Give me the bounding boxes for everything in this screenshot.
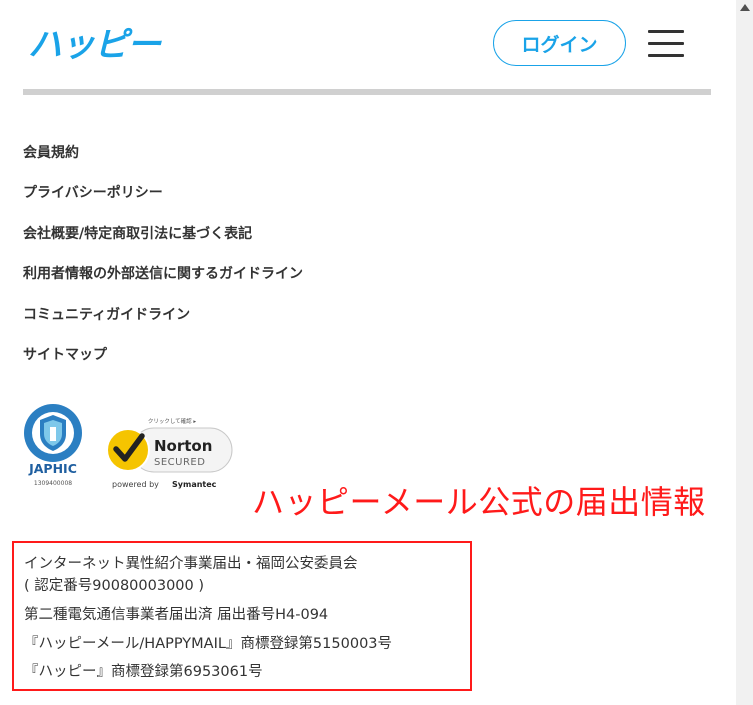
footer-links: 会員規約 プライバシーポリシー 会社概要/特定商取引法に基づく表記 利用者情報の… <box>23 143 303 385</box>
footer-link-company[interactable]: 会社概要/特定商取引法に基づく表記 <box>23 224 303 264</box>
scroll-up-arrow-icon[interactable] <box>740 4 750 11</box>
japhic-name: JAPHIC <box>28 461 77 476</box>
norton-powered-by: powered by <box>112 480 159 489</box>
footer-link-label[interactable]: 会員規約 <box>23 145 79 161</box>
registration-line: ( 認定番号90080003000 ) <box>24 578 205 594</box>
hamburger-menu-icon[interactable] <box>648 28 684 58</box>
footer-link-community[interactable]: コミュニティガイドライン <box>23 305 303 345</box>
footer-link-privacy[interactable]: プライバシーポリシー <box>23 183 303 223</box>
registration-line: 『ハッピー』商標登録第6953061号 <box>24 664 263 680</box>
footer-link-label[interactable]: 会社概要/特定商取引法に基づく表記 <box>23 226 252 242</box>
footer-link-label[interactable]: サイトマップ <box>23 347 107 363</box>
norton-secured-badge[interactable]: クリックして確認 ▸ Norton SECURED powered by Sym… <box>104 414 236 494</box>
happy-logo[interactable]: ハッピー <box>28 24 184 64</box>
footer-link-terms[interactable]: 会員規約 <box>23 143 303 183</box>
registration-line: インターネット異性紹介事業届出・福岡公安委員会 <box>24 556 358 572</box>
registration-line: 『ハッピーメール/HAPPYMAIL』商標登録第5150003号 <box>24 636 393 652</box>
vertical-scrollbar[interactable] <box>736 0 753 705</box>
footer-link-sitemap[interactable]: サイトマップ <box>23 345 303 385</box>
registration-line: 第二種電気通信事業者届出済 届出番号H4-094 <box>24 607 329 623</box>
header-divider <box>23 89 711 95</box>
annotation-label: ハッピーメール公式の届出情報 <box>252 483 706 521</box>
page: ハッピー ログイン 会員規約 プライバシーポリシー 会社概要/特定商取引法に基づ… <box>0 0 753 705</box>
japhic-badge[interactable]: JAPHIC 1309400008 <box>22 403 86 495</box>
norton-secured: SECURED <box>154 457 205 468</box>
footer-link-label[interactable]: プライバシーポリシー <box>23 185 163 201</box>
norton-name: Norton <box>154 437 212 455</box>
japhic-number: 1309400008 <box>34 480 72 487</box>
footer-link-external-data[interactable]: 利用者情報の外部送信に関するガイドライン <box>23 264 303 304</box>
norton-click-text: クリックして確認 ▸ <box>148 417 197 425</box>
footer-link-label[interactable]: コミュニティガイドライン <box>23 307 190 323</box>
footer-link-label[interactable]: 利用者情報の外部送信に関するガイドライン <box>23 266 303 282</box>
logo-text: ハッピー <box>28 25 162 64</box>
login-button[interactable]: ログイン <box>493 20 626 66</box>
norton-vendor: Symantec <box>172 480 217 489</box>
